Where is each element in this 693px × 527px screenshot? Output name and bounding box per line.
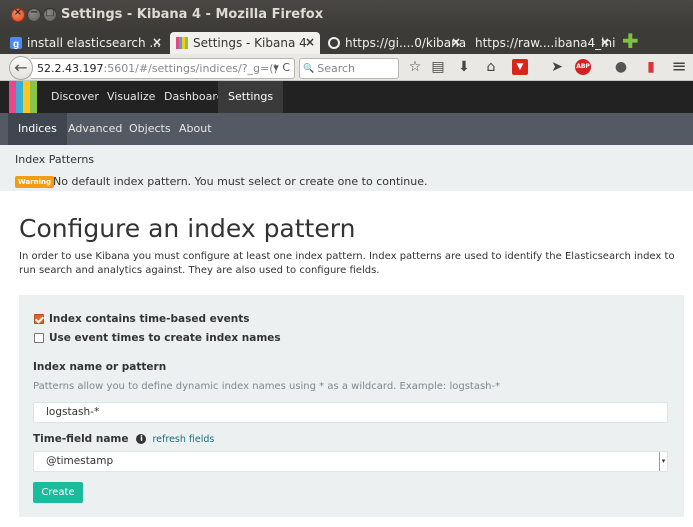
menu-icon[interactable]: ≡ <box>671 58 687 76</box>
maximize-icon: □ <box>45 7 55 18</box>
adblock-icon[interactable]: ABP <box>575 59 591 75</box>
chat-icon[interactable]: ● <box>613 59 629 75</box>
tab-about[interactable]: About <box>169 113 222 145</box>
index-patterns-panel: Index Patterns Warning No default index … <box>0 145 693 191</box>
tab-label: Settings - Kibana 4 <box>193 36 307 50</box>
logo-stripe-blue <box>16 81 23 113</box>
send-icon[interactable]: ➤ <box>549 59 565 75</box>
google-icon: g <box>10 37 22 49</box>
kibana-logo[interactable] <box>9 81 37 113</box>
index-name-label: Index name or pattern <box>33 361 167 373</box>
url-controls[interactable]: ▾ C <box>273 61 290 74</box>
event-times-label: Use event times to create index names <box>49 332 281 344</box>
kibana-header: Discover Visualize Dashboard Settings <box>0 81 693 113</box>
url-bar[interactable]: 52.2.43.197:5601/#/settings/indices/?_g=… <box>31 58 295 79</box>
page-title: Configure an index pattern <box>19 214 356 243</box>
time-field-value: @timestamp <box>46 455 114 467</box>
tab-raw-kibana4-init[interactable]: https://raw....ibana4_init × <box>469 32 615 54</box>
settings-sub-nav: Indices Advanced Objects About <box>0 113 693 145</box>
tab-label: install elasticsearch ... <box>27 36 161 50</box>
minimize-icon: − <box>29 7 39 18</box>
time-field-label-row: Time-field name i refresh fields <box>33 433 214 445</box>
checkbox-time-based-row[interactable]: Index contains time-based events <box>34 313 249 325</box>
time-based-checkbox[interactable] <box>34 314 44 324</box>
checkbox-event-times-row[interactable]: Use event times to create index names <box>34 332 281 344</box>
window-close-button[interactable]: × <box>11 7 25 22</box>
nav-settings[interactable]: Settings <box>218 81 284 113</box>
create-button[interactable]: Create <box>33 482 83 503</box>
tab-github-kibana4[interactable]: https://gi....0/kibana4 × <box>322 32 466 54</box>
time-field-select[interactable]: @timestamp ▾ <box>33 451 668 472</box>
window-minimize-button[interactable]: − <box>27 7 41 22</box>
new-tab-icon[interactable]: ✚ <box>622 31 639 51</box>
time-field-label: Time-field name <box>33 433 129 445</box>
back-button[interactable]: ← <box>9 56 33 80</box>
logo-stripe-pink <box>9 81 16 113</box>
svg-text:g: g <box>13 39 19 49</box>
pdf-icon[interactable]: ▼ <box>512 59 528 75</box>
window-title: Settings - Kibana 4 - Mozilla Firefox <box>61 7 324 22</box>
github-icon <box>328 37 340 49</box>
index-patterns-title: Index Patterns <box>15 153 95 166</box>
close-icon[interactable]: × <box>451 35 461 49</box>
index-pattern-form: Index contains time-based events Use eve… <box>19 295 684 517</box>
tab-strip: g install elasticsearch ... × Settings -… <box>0 30 693 54</box>
window-title-bar: × − □ Settings - Kibana 4 - Mozilla Fire… <box>0 0 693 30</box>
window-maximize-button[interactable]: □ <box>43 7 57 22</box>
close-icon: × <box>13 7 23 18</box>
tab-install-elasticsearch[interactable]: g install elasticsearch ... × <box>4 32 167 54</box>
search-input[interactable]: 🔍 Search <box>299 58 399 79</box>
chevron-down-icon[interactable]: ▾ <box>659 452 667 471</box>
index-name-help: Patterns allow you to define dynamic ind… <box>33 381 501 392</box>
back-arrow-icon: ← <box>14 58 28 77</box>
info-icon[interactable]: i <box>136 434 147 444</box>
reading-list-icon[interactable]: ▤ <box>430 59 446 75</box>
intro-text: In order to use Kibana you must configur… <box>19 251 675 276</box>
refresh-fields-link[interactable]: refresh fields <box>152 434 214 445</box>
time-based-label: Index contains time-based events <box>49 313 250 325</box>
phone-icon[interactable]: ▮ <box>643 59 659 75</box>
tab-settings-kibana[interactable]: Settings - Kibana 4 × <box>170 32 320 54</box>
search-icon: 🔍 <box>303 63 315 74</box>
logo-stripe-yellow <box>23 81 30 113</box>
url-host: 52.2.43.197 <box>37 62 104 75</box>
warning-message: No default index pattern. You must selec… <box>53 175 428 188</box>
search-placeholder: Search <box>317 62 356 75</box>
tab-label: https://gi....0/kibana4 <box>345 36 466 50</box>
close-icon[interactable]: × <box>600 35 610 49</box>
home-icon[interactable]: ⌂ <box>483 59 499 75</box>
close-icon[interactable]: × <box>152 35 162 49</box>
kibana-icon <box>176 37 188 49</box>
warning-badge: Warning <box>15 176 55 188</box>
bookmark-star-icon[interactable]: ☆ <box>407 59 423 75</box>
download-icon[interactable]: ⬇ <box>456 59 472 75</box>
navigation-bar: 52.2.43.197:5601/#/settings/indices/?_g=… <box>0 54 693 81</box>
logo-stripe-green <box>30 81 37 113</box>
event-times-checkbox[interactable] <box>34 333 44 343</box>
index-name-input[interactable]: logstash-* <box>33 402 668 423</box>
tab-label: https://raw....ibana4_init <box>475 36 615 50</box>
url-path: :5601/#/settings/indices/?_g=() <box>103 62 278 75</box>
close-icon[interactable]: × <box>305 35 315 49</box>
